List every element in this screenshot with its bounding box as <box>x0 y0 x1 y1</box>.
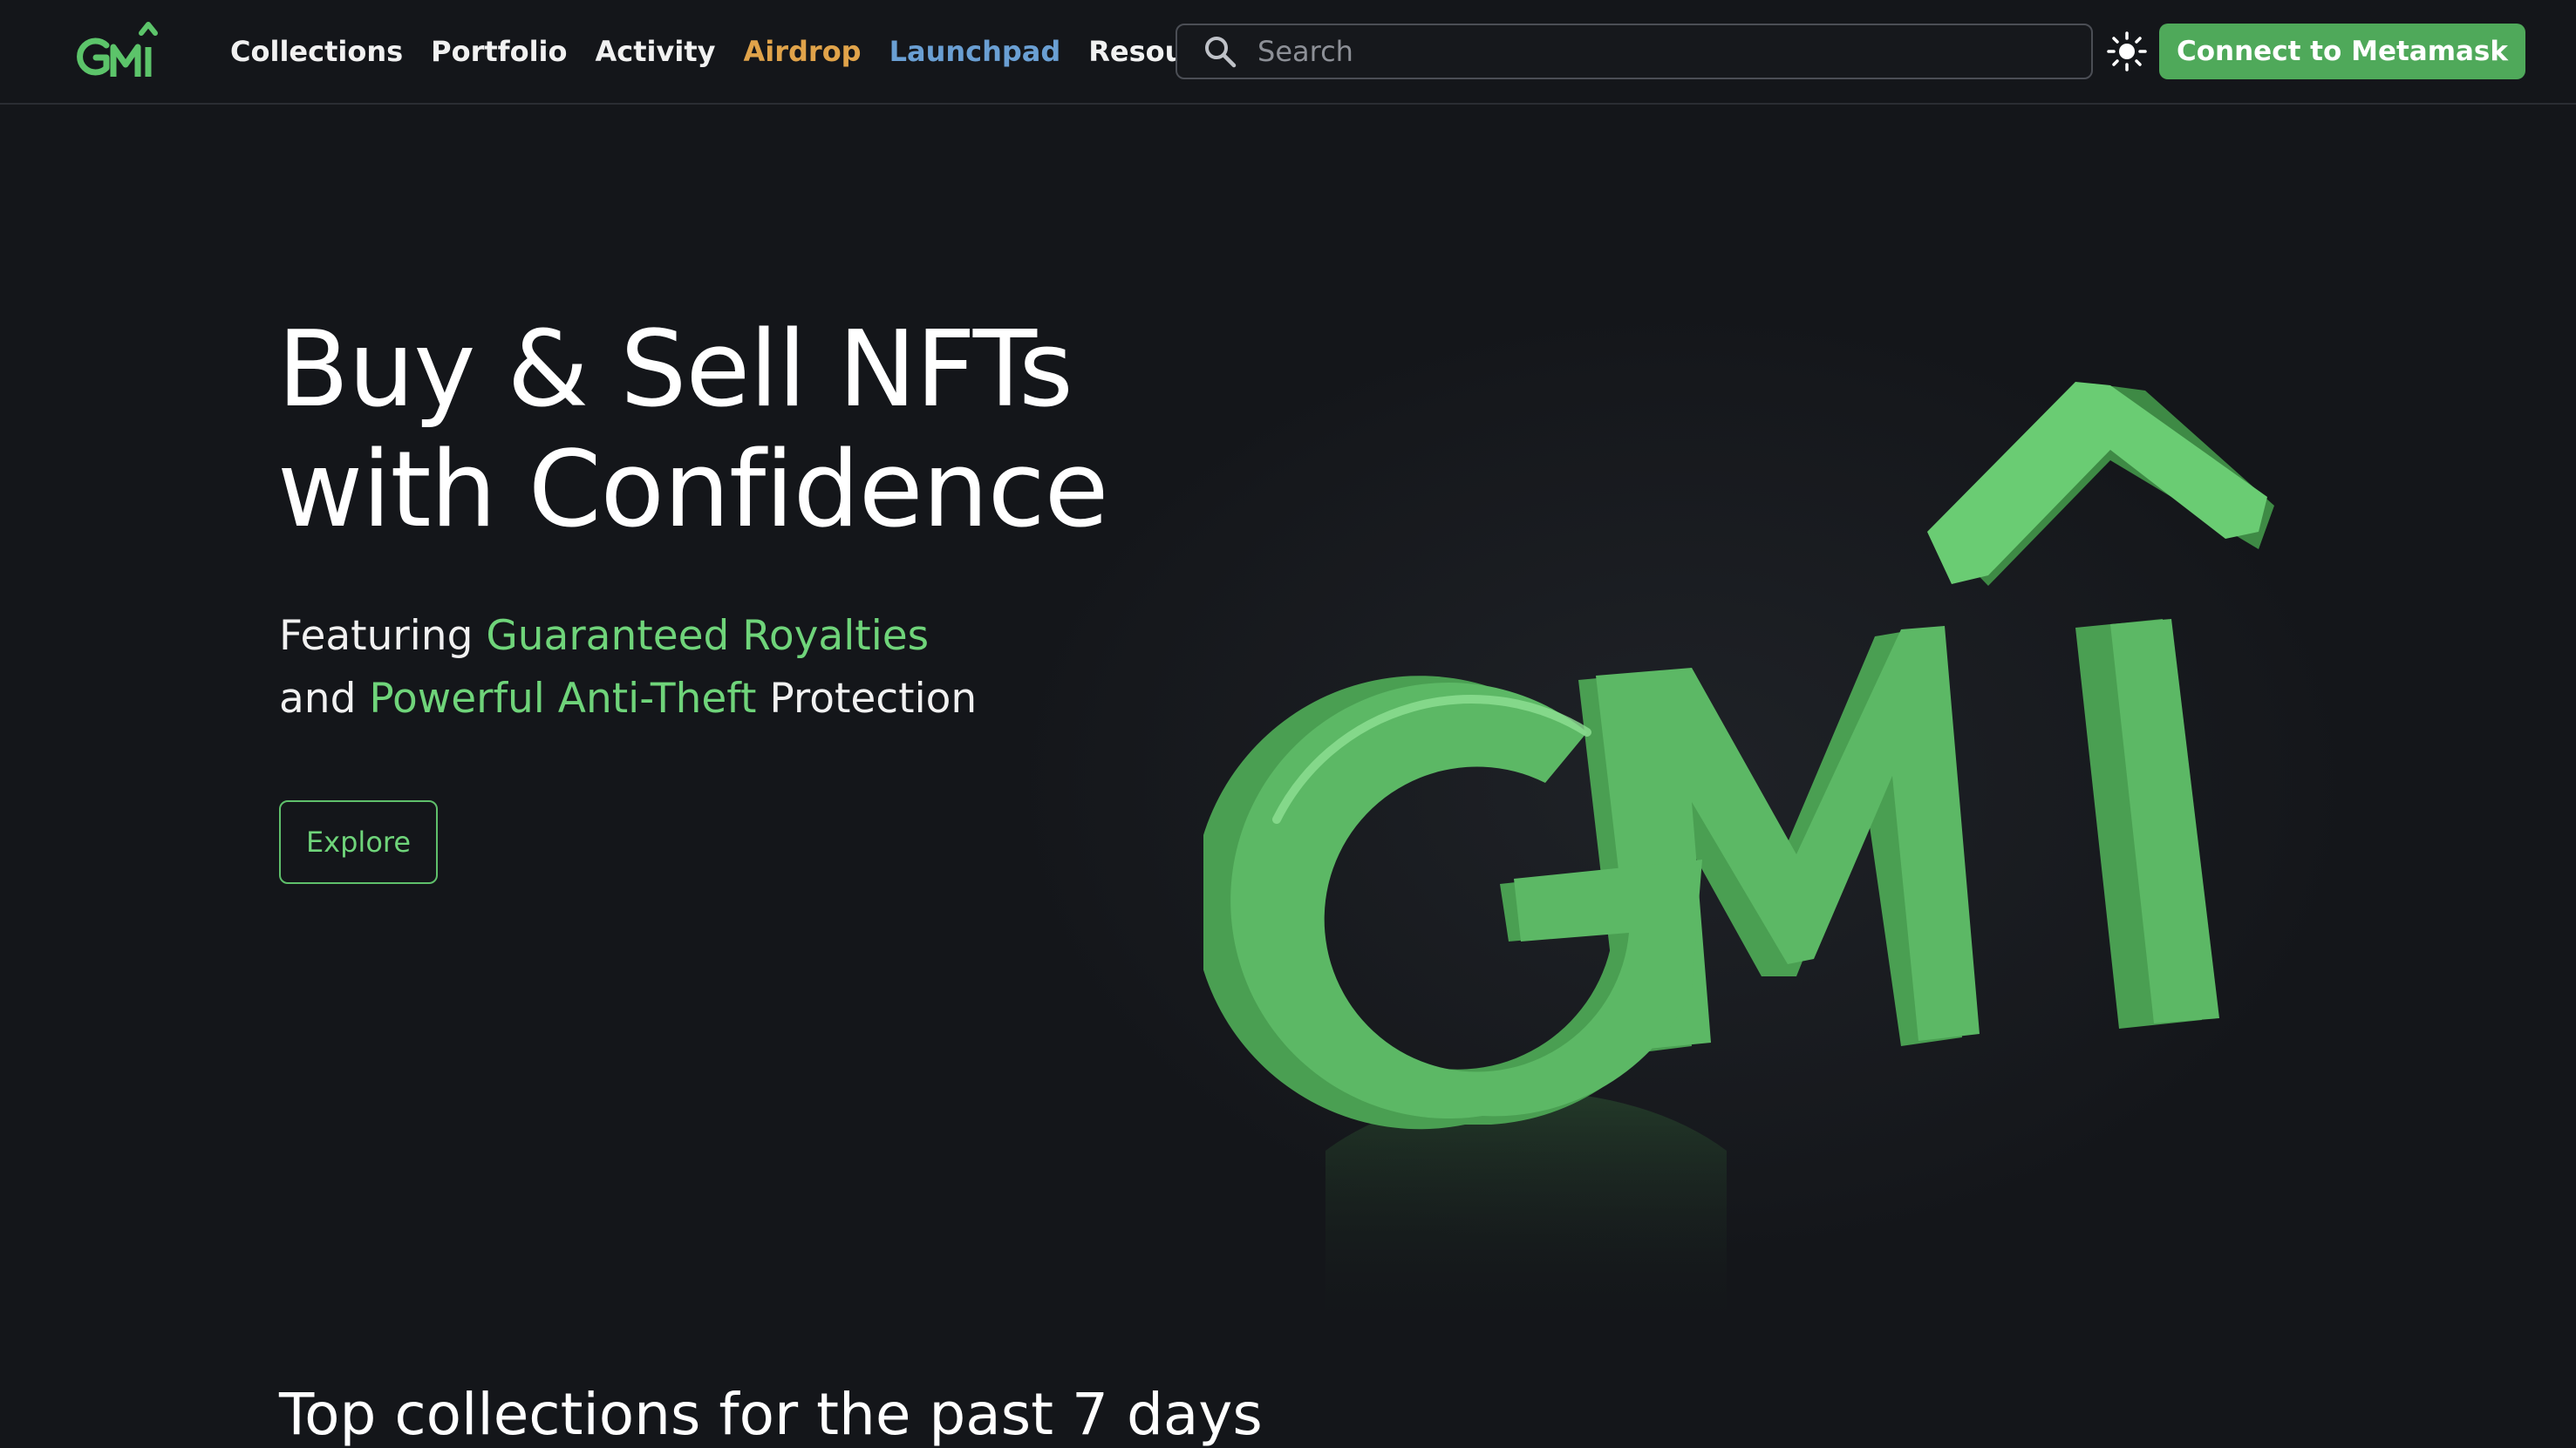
hero-subtitle: Featuring Guaranteed Royalties and Power… <box>279 605 977 731</box>
hero-title-line-2: with Confidence <box>277 430 1108 551</box>
sun-icon[interactable] <box>2107 31 2147 71</box>
anti-theft-highlight: Powerful Anti-Theft <box>369 675 757 723</box>
subtitle-text: Protection <box>756 675 978 723</box>
hero-subtitle-line-2: and Powerful Anti-Theft Protection <box>279 668 977 731</box>
subtitle-text: Featuring <box>279 612 487 660</box>
search-icon <box>1205 37 1237 68</box>
hero-subtitle-line-1: Featuring Guaranteed Royalties <box>279 605 977 668</box>
search-input[interactable] <box>1256 34 2041 69</box>
main-nav: Collections Portfolio Activity Airdrop L… <box>230 0 1251 103</box>
top-navigation-bar: Collections Portfolio Activity Airdrop L… <box>0 0 2576 105</box>
nav-airdrop[interactable]: Airdrop <box>743 35 861 68</box>
connect-metamask-button[interactable]: Connect to Metamask <box>2159 24 2525 79</box>
search-bar[interactable] <box>1176 24 2093 79</box>
subtitle-text: and <box>279 675 370 723</box>
nav-launchpad[interactable]: Launchpad <box>889 35 1061 68</box>
hero-title-line-1: Buy & Sell NFTs <box>277 309 1073 431</box>
gmi-3d-logo-illustration <box>1203 382 2274 1343</box>
top-collections-heading: Top collections for the past 7 days <box>279 1381 1263 1448</box>
hero-title: Buy & Sell NFTs with Confidence <box>277 309 1108 551</box>
explore-button[interactable]: Explore <box>279 800 438 884</box>
nav-portfolio[interactable]: Portfolio <box>431 35 567 68</box>
nav-activity[interactable]: Activity <box>596 35 716 68</box>
guaranteed-royalties-highlight: Guaranteed Royalties <box>486 612 930 660</box>
nav-collections[interactable]: Collections <box>230 35 403 68</box>
gmi-logo[interactable] <box>75 19 171 82</box>
